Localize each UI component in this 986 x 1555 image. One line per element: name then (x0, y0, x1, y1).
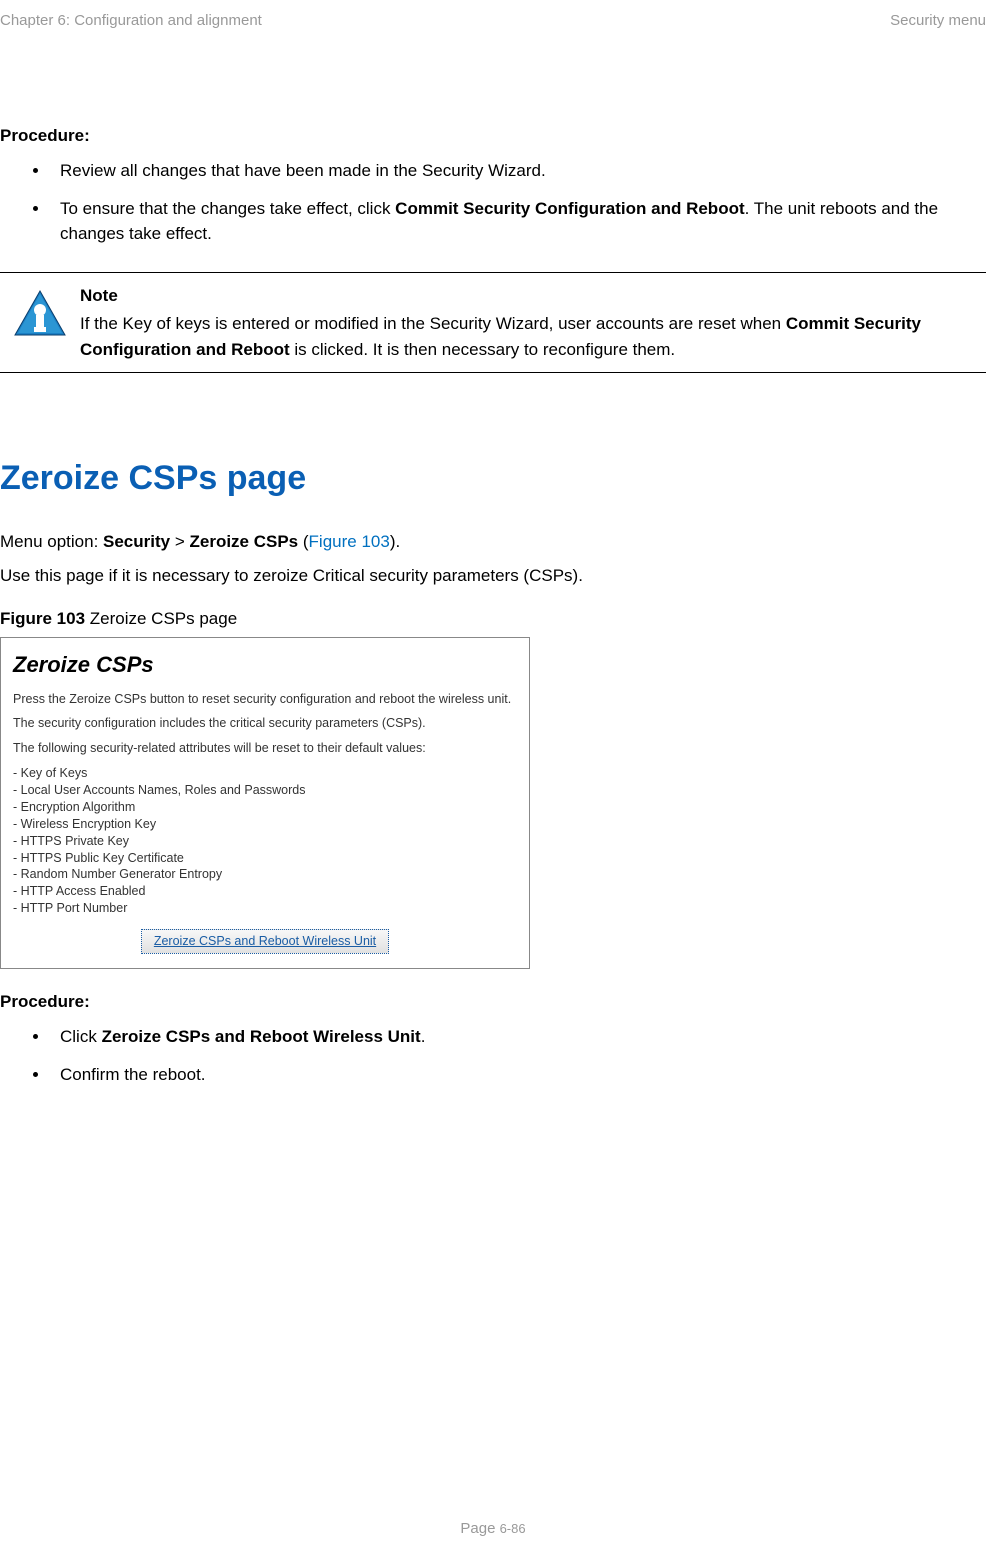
note-post: is clicked. It is then necessary to reco… (290, 340, 676, 359)
list-text: Review all changes that have been made i… (60, 161, 546, 180)
procedure-heading-2: Procedure: (0, 989, 986, 1015)
header-right: Security menu (890, 10, 986, 33)
section-title: Zeroize CSPs page (0, 453, 986, 504)
list-text-post: . (421, 1027, 426, 1046)
list-item: - HTTPS Private Key (13, 833, 517, 850)
figure-reset-list: - Key of Keys - Local User Accounts Name… (13, 765, 517, 917)
page-footer: Page 6-86 (0, 1518, 986, 1541)
list-item: - Wireless Encryption Key (13, 816, 517, 833)
figure-p2: The security configuration includes the … (13, 715, 517, 732)
list-item: Click Zeroize CSPs and Reboot Wireless U… (50, 1024, 986, 1050)
note-pre: If the Key of keys is entered or modifie… (80, 314, 786, 333)
figure-p1: Press the Zeroize CSPs button to reset s… (13, 691, 517, 708)
procedure-1-list: Review all changes that have been made i… (0, 158, 986, 247)
list-item: - Local User Accounts Names, Roles and P… (13, 782, 517, 799)
header-left: Chapter 6: Configuration and alignment (0, 10, 262, 33)
menu-pre: Menu option: (0, 532, 103, 551)
list-item: - HTTP Port Number (13, 900, 517, 917)
list-item: - Random Number Generator Entropy (13, 866, 517, 883)
menu-gt: > (170, 532, 189, 551)
procedure-heading-1: Procedure: (0, 123, 986, 149)
list-item: - Key of Keys (13, 765, 517, 782)
zeroize-csps-button[interactable]: Zeroize CSPs and Reboot Wireless Unit (141, 929, 389, 954)
section-desc: Use this page if it is necessary to zero… (0, 563, 986, 589)
note-body: Note If the Key of keys is entered or mo… (80, 283, 986, 363)
list-text-bold: Zeroize CSPs and Reboot Wireless Unit (102, 1027, 421, 1046)
list-item: - Encryption Algorithm (13, 799, 517, 816)
menu-bold-2: Zeroize CSPs (189, 532, 298, 551)
figure-caption: Figure 103 Zeroize CSPs page (0, 606, 986, 632)
list-item: - HTTP Access Enabled (13, 883, 517, 900)
figure-p3: The following security-related attribute… (13, 740, 517, 757)
list-item: To ensure that the changes take effect, … (50, 196, 986, 247)
list-text: Confirm the reboot. (60, 1065, 206, 1084)
figure-link[interactable]: Figure 103 (309, 532, 390, 551)
figure-inner-title: Zeroize CSPs (13, 648, 517, 681)
page-header: Chapter 6: Configuration and alignment S… (0, 0, 986, 43)
note-callout: Note If the Key of keys is entered or mo… (0, 272, 986, 374)
procedure-2-list: Click Zeroize CSPs and Reboot Wireless U… (0, 1024, 986, 1087)
list-item: Confirm the reboot. (50, 1062, 986, 1088)
figure-caption-bold: Figure 103 (0, 609, 85, 628)
list-item: - HTTPS Public Key Certificate (13, 850, 517, 867)
menu-paren-open: ( (298, 532, 308, 551)
note-icon (13, 288, 68, 338)
figure-103-screenshot: Zeroize CSPs Press the Zeroize CSPs butt… (0, 637, 530, 969)
menu-bold-1: Security (103, 532, 170, 551)
menu-option-line: Menu option: Security > Zeroize CSPs (Fi… (0, 529, 986, 555)
footer-label: Page (460, 1520, 499, 1537)
menu-paren-close: ). (390, 532, 400, 551)
list-text-pre: To ensure that the changes take effect, … (60, 199, 395, 218)
list-item: Review all changes that have been made i… (50, 158, 986, 184)
note-label: Note (80, 283, 986, 309)
footer-page-num: 6-86 (500, 1521, 526, 1536)
list-text-bold: Commit Security Configuration and Reboot (395, 199, 744, 218)
list-text-pre: Click (60, 1027, 102, 1046)
figure-caption-rest: Zeroize CSPs page (85, 609, 237, 628)
note-icon-wrap (0, 283, 80, 338)
